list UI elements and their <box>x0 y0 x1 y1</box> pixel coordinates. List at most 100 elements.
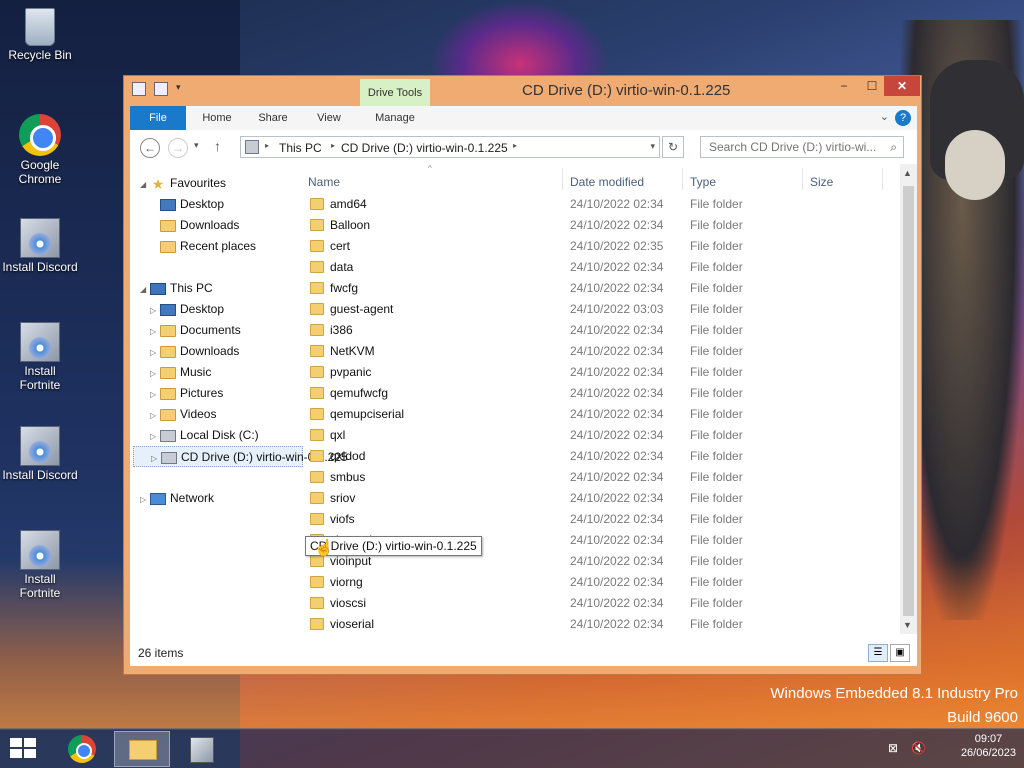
nav-pc-downloads[interactable]: ▷ Downloads <box>150 341 239 362</box>
tab-share[interactable]: Share <box>248 106 298 130</box>
address-bar[interactable]: ▸ This PC ▸ CD Drive (D:) virtio-win-0.1… <box>240 136 660 158</box>
large-icons-view-icon[interactable]: ▣ <box>890 644 910 662</box>
file-row[interactable]: viorng 24/10/2022 02:34 File folder <box>302 572 900 593</box>
scrollbar-thumb[interactable] <box>903 186 914 616</box>
nav-pc-cd-drive[interactable]: ▷ CD Drive (D:) virtio-win-0.1.225 <box>133 446 348 469</box>
expand-arrow-icon[interactable]: ▷ <box>151 448 161 469</box>
help-icon[interactable]: ? <box>895 110 911 126</box>
tab-file[interactable]: File <box>130 106 186 130</box>
column-divider[interactable] <box>682 168 683 190</box>
qat-dropdown-icon[interactable]: ▾ <box>176 82 190 96</box>
tab-home[interactable]: Home <box>192 106 242 130</box>
file-row[interactable]: fwcfg 24/10/2022 02:34 File folder <box>302 278 900 299</box>
scroll-up-icon[interactable]: ▲ <box>903 168 912 178</box>
recent-locations-icon[interactable]: ▾ <box>194 140 199 151</box>
file-row[interactable]: vioserial 24/10/2022 02:34 File folder <box>302 614 900 634</box>
nav-fav-downloads[interactable]: Downloads <box>160 215 239 236</box>
properties-icon[interactable] <box>132 82 146 96</box>
search-input[interactable] <box>701 137 881 157</box>
expand-arrow-icon[interactable]: ▷ <box>150 363 160 384</box>
clock[interactable]: 09:07 26/06/2023 <box>961 733 1016 759</box>
file-row[interactable]: sriov 24/10/2022 02:34 File folder <box>302 488 900 509</box>
desktop-icon-install-discord-2[interactable]: Install Discord <box>0 426 80 482</box>
file-row[interactable]: qemupciserial 24/10/2022 02:34 File folder <box>302 404 900 425</box>
column-header-name[interactable]: Name <box>308 172 340 192</box>
nav-pc-music[interactable]: ▷ Music <box>150 362 211 383</box>
file-row[interactable]: cert 24/10/2022 02:35 File folder <box>302 236 900 257</box>
volume-muted-icon[interactable]: 🔇 <box>911 741 926 755</box>
desktop-icon-chrome[interactable]: Google Chrome <box>0 114 80 186</box>
maximize-button[interactable]: ☐ <box>858 76 886 96</box>
file-row[interactable]: qemufwcfg 24/10/2022 02:34 File folder <box>302 383 900 404</box>
expand-arrow-icon[interactable]: ▷ <box>150 426 160 447</box>
nav-pc-pictures[interactable]: ▷ Pictures <box>150 383 223 404</box>
start-button[interactable] <box>10 738 38 760</box>
expand-arrow-icon[interactable]: ▷ <box>140 489 150 510</box>
expand-ribbon-icon[interactable]: ⌄ <box>880 110 889 123</box>
file-row[interactable]: i386 24/10/2022 02:34 File folder <box>302 320 900 341</box>
expand-arrow-icon[interactable]: ▷ <box>150 300 160 321</box>
nav-pc-documents[interactable]: ▷ Documents <box>150 320 241 341</box>
scroll-down-icon[interactable]: ▼ <box>903 620 912 630</box>
file-row[interactable]: amd64 24/10/2022 02:34 File folder <box>302 194 900 215</box>
file-name: data <box>330 260 354 274</box>
file-row[interactable]: Balloon 24/10/2022 02:34 File folder <box>302 215 900 236</box>
column-header-date-modified[interactable]: Date modified <box>570 172 644 192</box>
taskbar-setup[interactable] <box>174 731 230 767</box>
nav-fav-recent-places[interactable]: Recent places <box>160 236 256 257</box>
file-row[interactable]: pvpanic 24/10/2022 02:34 File folder <box>302 362 900 383</box>
new-folder-icon[interactable] <box>154 82 168 96</box>
expand-arrow-icon[interactable]: ▷ <box>150 321 160 342</box>
expand-arrow-icon[interactable]: ▷ <box>150 405 160 426</box>
title-bar[interactable]: ▾ Drive Tools CD Drive (D:) virtio-win-0… <box>124 76 921 107</box>
breadcrumb-this-pc[interactable]: This PC <box>279 141 322 155</box>
column-divider[interactable] <box>802 168 803 190</box>
nav-network[interactable]: ▷ Network <box>140 488 214 509</box>
nav-pc-local-disk[interactable]: ▷ Local Disk (C:) <box>150 425 259 446</box>
nav-fav-desktop[interactable]: Desktop <box>160 194 224 215</box>
breadcrumb-cd-drive[interactable]: CD Drive (D:) virtio-win-0.1.225 <box>341 141 508 155</box>
desktop-icon-install-fortnite[interactable]: Install Fortnite <box>0 322 80 392</box>
taskbar-file-explorer[interactable] <box>114 731 170 767</box>
file-row[interactable]: guest-agent 24/10/2022 03:03 File folder <box>302 299 900 320</box>
collapse-arrow-icon[interactable]: ◢ <box>140 279 150 300</box>
file-row[interactable]: qxldod 24/10/2022 02:34 File folder <box>302 446 900 467</box>
refresh-icon[interactable]: ↻ <box>662 136 684 158</box>
minimize-button[interactable]: − <box>830 76 858 96</box>
column-header-size[interactable]: Size <box>810 172 833 192</box>
file-row[interactable]: vioscsi 24/10/2022 02:34 File folder <box>302 593 900 614</box>
nav-this-pc[interactable]: ◢ This PC <box>140 278 213 299</box>
expand-arrow-icon[interactable]: ▷ <box>150 384 160 405</box>
file-row[interactable]: qxl 24/10/2022 02:34 File folder <box>302 425 900 446</box>
file-row[interactable]: NetKVM 24/10/2022 02:34 File folder <box>302 341 900 362</box>
forward-icon[interactable]: → <box>168 138 188 158</box>
network-status-icon[interactable]: ⊠ <box>888 741 898 755</box>
file-date-modified: 24/10/2022 02:35 <box>570 239 664 253</box>
file-row[interactable]: smbus 24/10/2022 02:34 File folder <box>302 467 900 488</box>
search-box[interactable]: ⌕ <box>700 136 904 158</box>
tab-view[interactable]: View <box>304 106 354 130</box>
item-count: 26 items <box>138 646 184 660</box>
close-button[interactable]: ✕ <box>884 76 920 96</box>
up-icon[interactable]: ↑ <box>214 138 221 154</box>
folder-icon <box>310 261 324 273</box>
nav-favourites[interactable]: ◢ ★ Favourites <box>140 173 226 194</box>
file-row[interactable]: data 24/10/2022 02:34 File folder <box>302 257 900 278</box>
expand-arrow-icon[interactable]: ▷ <box>150 342 160 363</box>
nav-pc-videos[interactable]: ▷ Videos <box>150 404 216 425</box>
desktop-icon-install-fortnite-2[interactable]: Install Fortnite <box>0 530 80 600</box>
details-view-icon[interactable]: ☰ <box>868 644 888 662</box>
desktop-icon-recycle-bin[interactable]: Recycle Bin <box>0 8 80 62</box>
address-dropdown-icon[interactable]: ▾ <box>650 141 655 152</box>
file-row[interactable]: viofs 24/10/2022 02:34 File folder <box>302 509 900 530</box>
collapse-arrow-icon[interactable]: ◢ <box>140 174 150 195</box>
column-header-type[interactable]: Type <box>690 172 716 192</box>
back-icon[interactable]: ← <box>140 138 160 158</box>
vertical-scrollbar[interactable]: ▲ ▼ <box>900 164 917 634</box>
desktop-icon-install-discord[interactable]: Install Discord <box>0 218 80 274</box>
taskbar-chrome[interactable] <box>54 731 110 767</box>
column-divider[interactable] <box>562 168 563 190</box>
column-divider[interactable] <box>882 168 883 190</box>
nav-pc-desktop[interactable]: ▷ Desktop <box>150 299 224 320</box>
tab-manage[interactable]: Manage <box>360 106 430 130</box>
